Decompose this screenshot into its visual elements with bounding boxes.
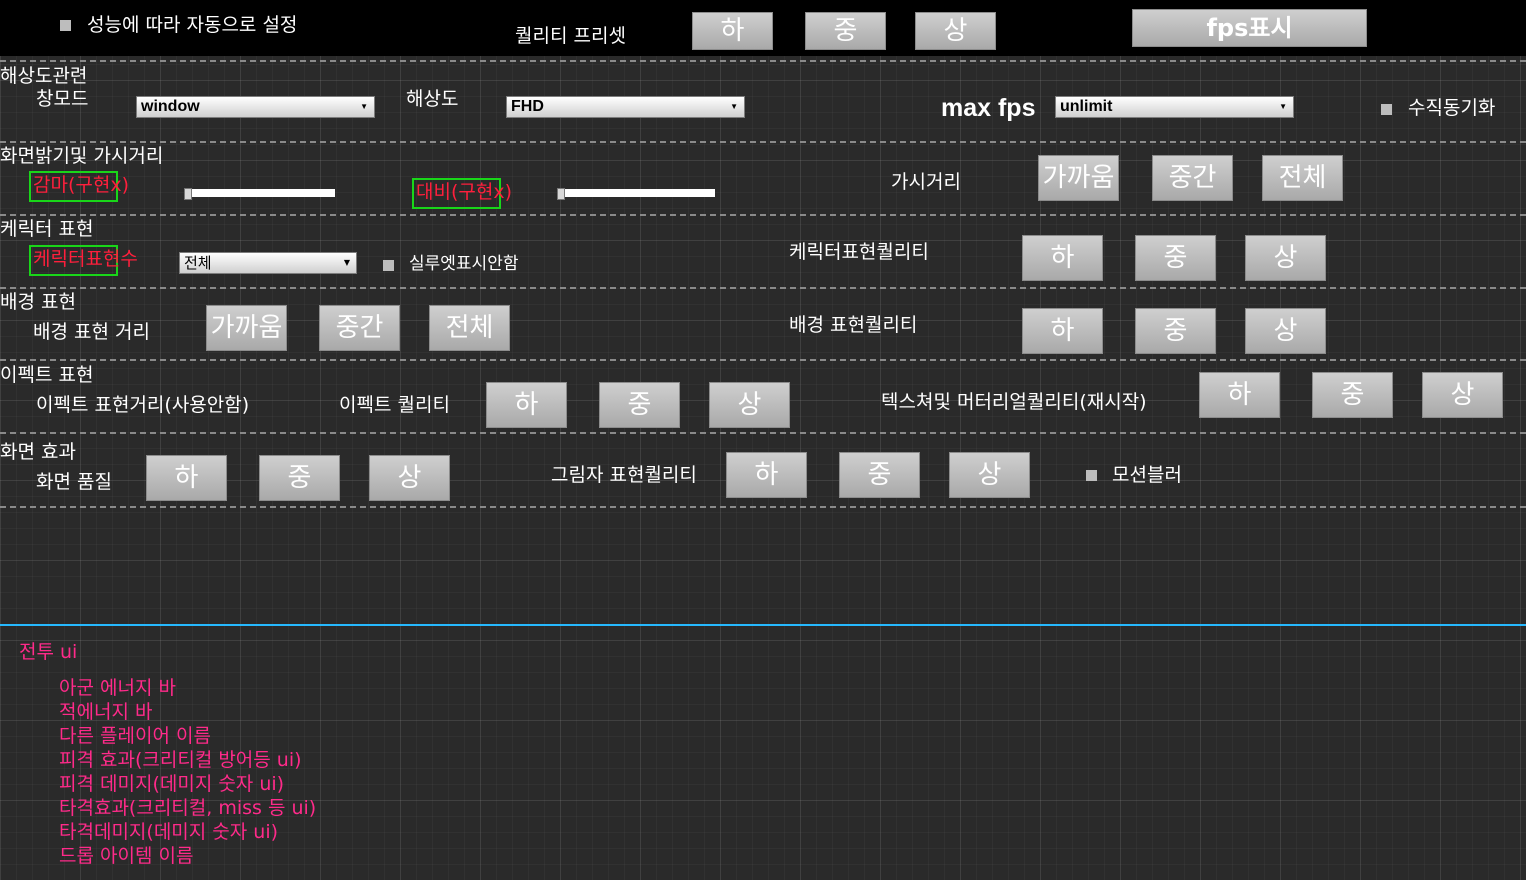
divider bbox=[0, 141, 1526, 143]
resolution-value: FHD bbox=[511, 98, 544, 115]
background-quality-mid-button[interactable]: 중 bbox=[1135, 308, 1216, 354]
auto-perf-label: 성능에 따라 자동으로 설정 bbox=[87, 14, 298, 36]
divider bbox=[0, 287, 1526, 289]
character-quality-mid-button[interactable]: 중 bbox=[1135, 235, 1216, 281]
motion-blur-checkbox[interactable] bbox=[1086, 470, 1097, 481]
shadow-quality-mid-button[interactable]: 중 bbox=[839, 452, 920, 498]
texture-quality-mid-button[interactable]: 중 bbox=[1312, 372, 1393, 418]
texture-quality-low-button[interactable]: 하 bbox=[1199, 372, 1280, 418]
resolution-label: 해상도 bbox=[406, 88, 459, 110]
texture-quality-label: 텍스쳐및 머터리얼퀄리티(재시작) bbox=[881, 391, 1147, 413]
window-mode-value: window bbox=[141, 98, 200, 115]
effect-quality-high-button[interactable]: 상 bbox=[709, 382, 790, 428]
fps-display-button[interactable]: fps표시 bbox=[1132, 9, 1367, 47]
divider bbox=[0, 359, 1526, 361]
resolution-section-title: 해상도관련 bbox=[0, 65, 88, 87]
combat-ui-item: 타격데미지(데미지 숫자 ui) bbox=[59, 821, 279, 843]
character-quality-label: 케릭터표현퀄리티 bbox=[789, 241, 929, 263]
chevron-down-icon: ▼ bbox=[360, 102, 368, 111]
screen-quality-low-button[interactable]: 하 bbox=[146, 455, 227, 501]
shadow-quality-label: 그림자 표현퀄리티 bbox=[551, 464, 697, 486]
max-fps-select[interactable]: unlimit ▼ bbox=[1055, 96, 1294, 118]
resolution-select[interactable]: FHD ▼ bbox=[506, 96, 745, 118]
vsync-label: 수직동기화 bbox=[1408, 97, 1496, 119]
background-section-title: 배경 표현 bbox=[0, 291, 76, 313]
auto-perf-checkbox[interactable] bbox=[60, 20, 71, 31]
motion-blur-label: 모션블러 bbox=[1112, 464, 1182, 486]
view-distance-label: 가시거리 bbox=[891, 171, 961, 193]
character-section-title: 케릭터 표현 bbox=[0, 218, 94, 240]
gamma-slider[interactable] bbox=[185, 189, 335, 197]
effect-quality-label: 이펙트 퀄리티 bbox=[339, 394, 450, 416]
section-divider bbox=[0, 624, 1526, 626]
quality-preset-label: 퀄리티 프리셋 bbox=[515, 25, 626, 47]
combat-ui-item: 다른 플레이어 이름 bbox=[59, 725, 211, 747]
preset-high-button[interactable]: 상 bbox=[915, 12, 996, 50]
max-fps-value: unlimit bbox=[1060, 98, 1113, 115]
chevron-down-icon: ▼ bbox=[730, 102, 738, 111]
contrast-slider-handle[interactable] bbox=[557, 188, 565, 200]
combat-ui-item: 드롭 아이템 이름 bbox=[59, 845, 194, 867]
background-quality-low-button[interactable]: 하 bbox=[1022, 308, 1103, 354]
view-distance-all-button[interactable]: 전체 bbox=[1262, 155, 1343, 201]
divider bbox=[0, 214, 1526, 216]
shadow-quality-low-button[interactable]: 하 bbox=[726, 452, 807, 498]
effect-quality-low-button[interactable]: 하 bbox=[486, 382, 567, 428]
gamma-label: 감마(구현x) bbox=[33, 174, 129, 196]
chevron-down-icon: ▼ bbox=[343, 258, 350, 267]
contrast-label: 대비(구현x) bbox=[416, 181, 512, 203]
brightness-section-title: 화면밝기및 가시거리 bbox=[0, 145, 164, 167]
combat-ui-item: 피격 데미지(데미지 숫자 ui) bbox=[59, 773, 285, 795]
vsync-checkbox[interactable] bbox=[1381, 104, 1392, 115]
background-distance-mid-button[interactable]: 중간 bbox=[319, 305, 400, 351]
background-distance-near-button[interactable]: 가까움 bbox=[206, 305, 287, 351]
combat-ui-item: 피격 효과(크리티컬 방어등 ui) bbox=[59, 749, 302, 771]
screen-quality-high-button[interactable]: 상 bbox=[369, 455, 450, 501]
effect-section-title: 이펙트 표현 bbox=[0, 364, 94, 386]
background-quality-label: 배경 표현퀄리티 bbox=[789, 314, 918, 336]
character-count-value: 전체 bbox=[184, 254, 212, 272]
character-count-select[interactable]: 전체 ▼ bbox=[179, 252, 357, 274]
background-distance-label: 배경 표현 거리 bbox=[33, 321, 150, 343]
silhouette-label: 실루엣표시안함 bbox=[409, 254, 519, 274]
screen-quality-label: 화면 품질 bbox=[36, 471, 112, 493]
chevron-down-icon: ▼ bbox=[1279, 102, 1287, 111]
preset-low-button[interactable]: 하 bbox=[692, 12, 773, 50]
gamma-slider-handle[interactable] bbox=[184, 188, 192, 200]
screen-quality-mid-button[interactable]: 중 bbox=[259, 455, 340, 501]
background-distance-all-button[interactable]: 전체 bbox=[429, 305, 510, 351]
divider bbox=[0, 60, 1526, 62]
shadow-quality-high-button[interactable]: 상 bbox=[949, 452, 1030, 498]
divider bbox=[0, 432, 1526, 434]
effect-quality-mid-button[interactable]: 중 bbox=[599, 382, 680, 428]
background-quality-high-button[interactable]: 상 bbox=[1245, 308, 1326, 354]
view-distance-near-button[interactable]: 가까움 bbox=[1038, 155, 1119, 201]
screen-effect-section-title: 화면 효과 bbox=[0, 441, 76, 463]
character-count-label: 케릭터표현수 bbox=[33, 248, 138, 270]
window-mode-label: 창모드 bbox=[36, 88, 89, 110]
contrast-slider[interactable] bbox=[558, 189, 715, 197]
combat-ui-item: 타격효과(크리티컬, miss 등 ui) bbox=[59, 797, 317, 819]
effect-distance-label: 이펙트 표현거리(사용안함) bbox=[36, 394, 250, 416]
texture-quality-high-button[interactable]: 상 bbox=[1422, 372, 1503, 418]
combat-ui-title: 전투 ui bbox=[19, 641, 78, 663]
combat-ui-item: 적에너지 바 bbox=[59, 701, 153, 723]
window-mode-select[interactable]: window ▼ bbox=[136, 96, 375, 118]
max-fps-label: max fps bbox=[941, 94, 1036, 122]
combat-ui-item: 아군 에너지 바 bbox=[59, 677, 176, 699]
character-quality-high-button[interactable]: 상 bbox=[1245, 235, 1326, 281]
view-distance-mid-button[interactable]: 중간 bbox=[1152, 155, 1233, 201]
silhouette-checkbox[interactable] bbox=[383, 260, 394, 271]
divider bbox=[0, 506, 1526, 508]
character-quality-low-button[interactable]: 하 bbox=[1022, 235, 1103, 281]
preset-mid-button[interactable]: 중 bbox=[805, 12, 886, 50]
